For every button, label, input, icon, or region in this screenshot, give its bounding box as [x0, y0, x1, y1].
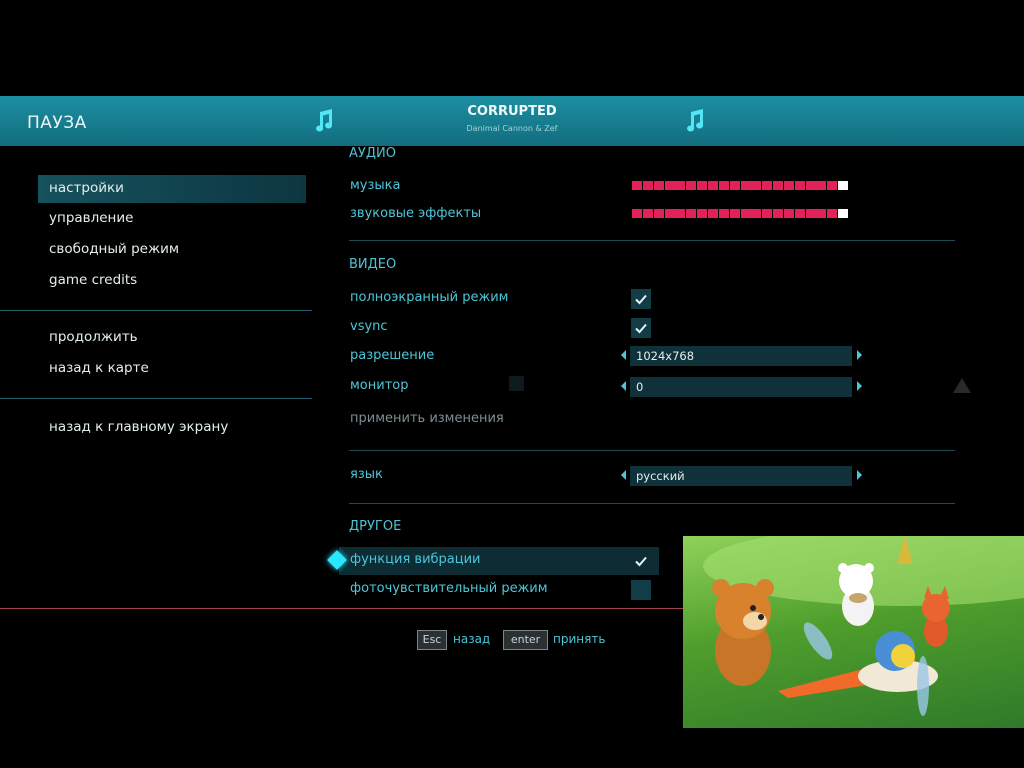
- section-other-heading: ДРУГОЕ: [349, 519, 402, 534]
- slider-segment: [762, 181, 773, 190]
- fullscreen-checkbox[interactable]: [631, 289, 651, 309]
- slider-segment: [816, 209, 827, 218]
- slider-segment: [653, 181, 664, 190]
- slider-segment: [794, 181, 805, 190]
- cartoon-ad-image[interactable]: [683, 536, 1024, 728]
- slider-knob[interactable]: [838, 209, 849, 218]
- accept-button[interactable]: принять: [553, 632, 605, 646]
- music-volume-slider[interactable]: [632, 181, 849, 190]
- enter-key-icon: enter: [503, 630, 548, 650]
- monitor-select[interactable]: 0: [630, 377, 852, 397]
- sfx-label: звуковые эффекты: [350, 206, 482, 221]
- slider-knob[interactable]: [838, 181, 849, 190]
- slider-segment: [805, 181, 816, 190]
- resolution-prev-arrow-icon[interactable]: [621, 350, 626, 360]
- language-label: язык: [350, 467, 383, 482]
- slider-segment: [642, 181, 653, 190]
- slider-segment: [686, 181, 697, 190]
- slider-segment: [773, 209, 784, 218]
- menu-item-game-credits[interactable]: game credits: [49, 272, 137, 288]
- slider-segment: [794, 209, 805, 218]
- slider-segment: [697, 181, 708, 190]
- track-artist: Danimal Cannon & Zef: [466, 124, 558, 133]
- menu-item-settings[interactable]: настройки: [49, 180, 124, 196]
- menu-divider: [0, 398, 312, 399]
- monitor-value: 0: [636, 380, 644, 394]
- menu-item-free-mode[interactable]: свободный режим: [49, 241, 179, 257]
- checkmark-icon: [635, 294, 647, 305]
- slider-segment: [642, 209, 653, 218]
- menu-divider: [0, 310, 312, 311]
- section-divider: [349, 240, 955, 241]
- fullscreen-label: полноэкранный режим: [350, 290, 509, 305]
- resolution-select[interactable]: 1024x768: [630, 346, 852, 366]
- resolution-next-arrow-icon[interactable]: [857, 350, 862, 360]
- slider-segment: [729, 209, 740, 218]
- section-video-heading: ВИДЕО: [349, 257, 397, 272]
- menu-item-back-to-main[interactable]: назад к главному экрану: [49, 419, 228, 435]
- slider-segment: [773, 181, 784, 190]
- slider-segment: [729, 181, 740, 190]
- slider-segment: [751, 209, 762, 218]
- music-note-icon: [684, 108, 706, 134]
- slider-segment: [664, 181, 675, 190]
- esc-key-icon: Esc: [417, 630, 447, 650]
- header-bar: ПАУЗА CORRUPTED Danimal Cannon & Zef: [0, 96, 1024, 146]
- slider-segment: [718, 181, 729, 190]
- vsync-checkbox[interactable]: [631, 318, 651, 338]
- checkmark-icon: [635, 323, 647, 334]
- slider-segment: [675, 181, 686, 190]
- section-divider: [349, 503, 955, 504]
- track-title: CORRUPTED: [467, 104, 557, 119]
- vibration-checkbox[interactable]: [631, 551, 651, 571]
- warning-triangle-icon: [953, 378, 971, 393]
- slider-segment: [675, 209, 686, 218]
- slider-segment: [805, 209, 816, 218]
- music-label: музыка: [350, 178, 401, 193]
- slider-segment: [762, 209, 773, 218]
- slider-segment: [783, 209, 794, 218]
- slider-segment: [827, 181, 838, 190]
- section-audio-heading: АУДИО: [349, 146, 396, 161]
- resolution-label: разрешение: [350, 348, 435, 363]
- menu-item-continue[interactable]: продолжить: [49, 329, 138, 345]
- vsync-label: vsync: [350, 319, 388, 334]
- vibration-label: функция вибрации: [350, 552, 481, 567]
- slider-segment: [653, 209, 664, 218]
- language-value: русский: [636, 469, 685, 483]
- language-select[interactable]: русский: [630, 466, 852, 486]
- slider-segment: [718, 209, 729, 218]
- slider-segment: [740, 181, 751, 190]
- slider-segment: [686, 209, 697, 218]
- photosensitive-label: фоточувствительный режим: [350, 581, 548, 596]
- slider-segment: [664, 209, 675, 218]
- sfx-volume-slider[interactable]: [632, 209, 849, 218]
- monitor-next-arrow-icon[interactable]: [857, 381, 862, 391]
- slider-segment: [751, 181, 762, 190]
- slider-segment: [707, 181, 718, 190]
- language-next-arrow-icon[interactable]: [857, 470, 862, 480]
- slider-segment: [632, 209, 642, 218]
- slider-segment: [827, 209, 838, 218]
- resolution-value: 1024x768: [636, 349, 695, 363]
- slider-segment: [707, 209, 718, 218]
- background-shape: [509, 376, 524, 391]
- monitor-prev-arrow-icon[interactable]: [621, 381, 626, 391]
- slider-segment: [816, 181, 827, 190]
- menu-item-controls[interactable]: управление: [49, 210, 133, 226]
- slider-segment: [697, 209, 708, 218]
- slider-segment: [740, 209, 751, 218]
- footer-divider: [0, 608, 690, 609]
- apply-changes-button[interactable]: применить изменения: [350, 411, 504, 426]
- menu-item-back-to-map[interactable]: назад к карте: [49, 360, 149, 376]
- slider-segment: [632, 181, 642, 190]
- monitor-label: монитор: [350, 378, 409, 393]
- back-button[interactable]: назад: [453, 632, 490, 646]
- section-divider: [349, 450, 955, 451]
- slider-segment: [783, 181, 794, 190]
- language-prev-arrow-icon[interactable]: [621, 470, 626, 480]
- photosensitive-checkbox[interactable]: [631, 580, 651, 600]
- checkmark-icon: [635, 556, 647, 567]
